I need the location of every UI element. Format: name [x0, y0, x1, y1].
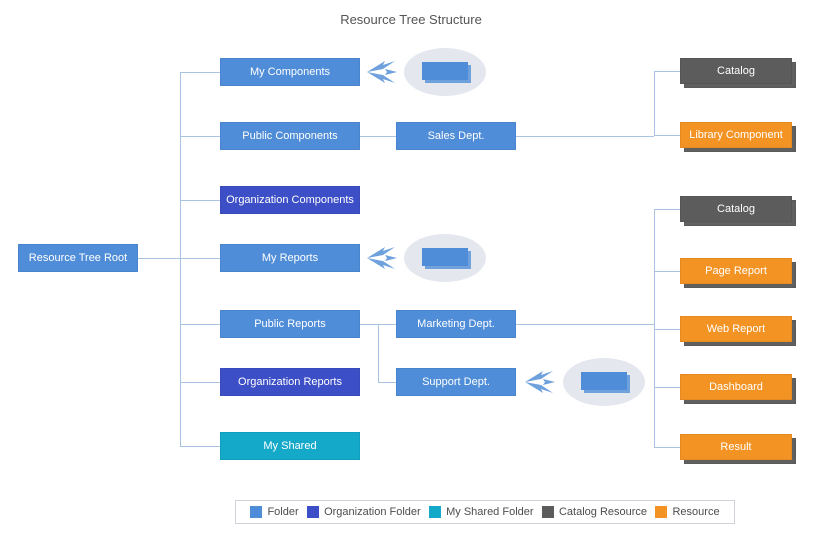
- arrow-fan-icon: [362, 54, 402, 90]
- legend-catalog-resource: Catalog Resource: [542, 506, 647, 518]
- node-my-components: My Components: [220, 58, 360, 86]
- mini-stack-icon: [581, 372, 627, 392]
- node-my-reports: My Reports: [220, 244, 360, 272]
- ellipse-support-dept: [563, 358, 645, 406]
- diagram-title: Resource Tree Structure: [0, 12, 822, 27]
- node-organization-reports: Organization Reports: [220, 368, 360, 396]
- node-marketing-dept: Marketing Dept.: [396, 310, 516, 338]
- mini-stack-icon: [422, 62, 468, 82]
- ellipse-my-components: [404, 48, 486, 96]
- ellipse-my-reports: [404, 234, 486, 282]
- arrow-fan-icon: [520, 364, 560, 400]
- node-resource-tree-root: Resource Tree Root: [18, 244, 138, 272]
- node-support-dept: Support Dept.: [396, 368, 516, 396]
- node-public-reports: Public Reports: [220, 310, 360, 338]
- legend-my-shared: My Shared Folder: [429, 506, 533, 518]
- legend-org-folder: Organization Folder: [307, 506, 421, 518]
- mini-stack-icon: [422, 248, 468, 268]
- node-organization-components: Organization Components: [220, 186, 360, 214]
- node-public-components: Public Components: [220, 122, 360, 150]
- legend-folder: Folder: [250, 506, 298, 518]
- node-my-shared: My Shared: [220, 432, 360, 460]
- arrow-fan-icon: [362, 240, 402, 276]
- legend-resource: Resource: [655, 506, 719, 518]
- node-sales-dept: Sales Dept.: [396, 122, 516, 150]
- legend: Folder Organization Folder My Shared Fol…: [235, 500, 735, 524]
